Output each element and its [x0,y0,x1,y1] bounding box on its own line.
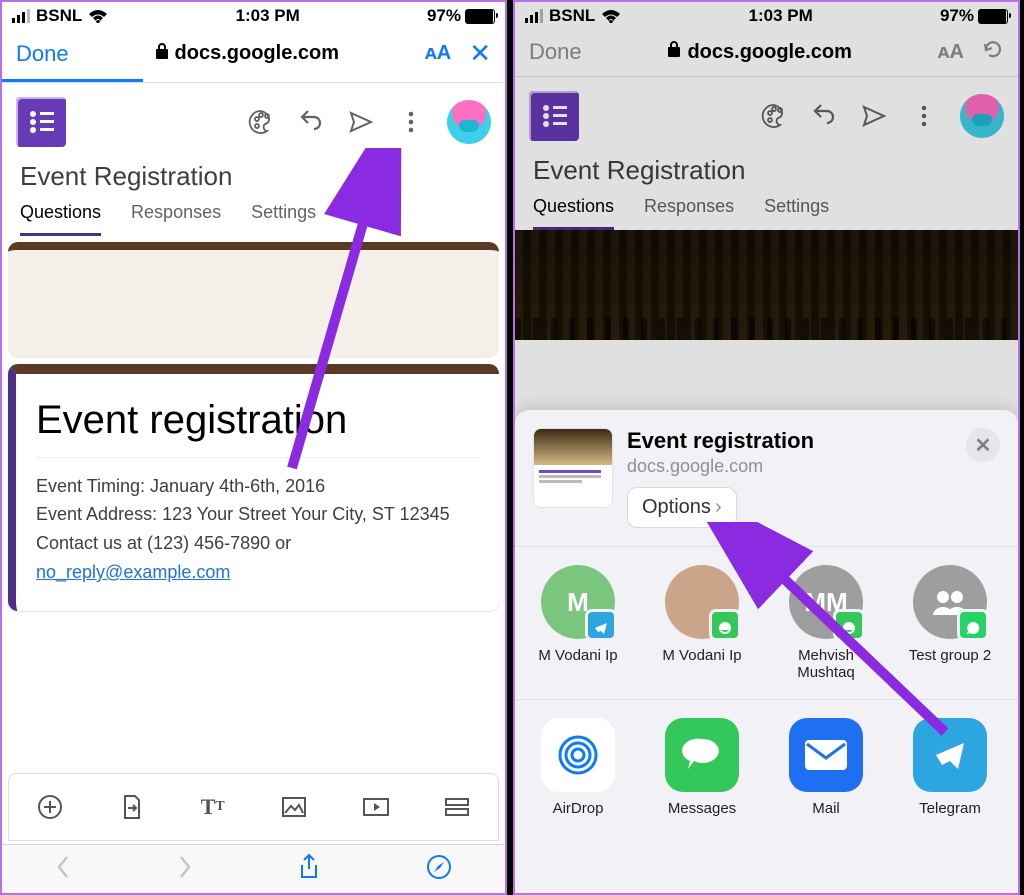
safari-compass-icon[interactable] [426,854,452,885]
forms-logo-icon[interactable] [16,97,66,147]
share-app-mail[interactable]: Mail [777,718,875,817]
app-label: AirDrop [553,800,604,817]
stop-button[interactable]: ✕ [469,38,491,69]
share-subtitle: docs.google.com [627,456,952,477]
share-icon[interactable] [298,853,320,886]
app-label: Mail [812,800,840,817]
status-bar: BSNL 1:03 PM 97% [2,2,505,28]
lock-icon [155,42,169,66]
options-button[interactable]: Options › [627,487,737,528]
undo-icon[interactable] [297,108,325,136]
telegram-icon [913,718,987,792]
doc-title[interactable]: Event Registration [2,157,505,192]
share-contact[interactable]: M Vodani Ip [653,565,751,681]
contact-name: Mehvish Mushtaq [777,647,875,681]
chevron-right-icon: › [715,496,722,519]
avatar[interactable] [447,100,491,144]
tabs: Questions Responses Settings [2,192,505,236]
tab-responses[interactable]: Responses [131,202,221,236]
battery-icon [465,9,495,24]
back-icon [55,854,71,885]
share-contacts: M M Vodani Ip M Vodani Ip MM Mehvish Mus… [515,547,1018,699]
browser-bar: Done docs.google.com ᴀA ✕ [2,28,505,79]
forward-icon [177,854,193,885]
imessage-badge-icon [833,609,865,641]
contact-avatar [665,565,739,639]
phone-left: BSNL 1:03 PM 97% Done docs.google.com ᴀA… [0,0,507,895]
share-app-airdrop[interactable]: AirDrop [529,718,627,817]
form-header-image[interactable] [8,242,499,358]
contact-name: Test group 2 [909,647,992,664]
url-display[interactable]: docs.google.com [155,42,339,66]
add-question-icon[interactable] [36,793,64,821]
contact-name: M Vodani Ip [662,647,741,664]
more-icon[interactable] [397,108,425,136]
add-image-icon[interactable] [280,793,308,821]
done-button[interactable]: Done [16,41,69,67]
add-video-icon[interactable] [362,793,390,821]
share-contact[interactable]: M M Vodani Ip [529,565,627,681]
close-icon[interactable]: ✕ [966,428,1000,462]
tab-settings[interactable]: Settings [251,202,316,236]
mail-icon [789,718,863,792]
add-title-icon[interactable]: TT [199,793,227,821]
send-icon[interactable] [347,108,375,136]
reader-button[interactable]: ᴀA [425,42,451,65]
share-sheet: Event registration docs.google.com Optio… [515,410,1018,893]
whatsapp-badge-icon [957,609,989,641]
contact-avatar [913,565,987,639]
theme-icon[interactable] [247,108,275,136]
contact-name: M Vodani Ip [538,647,617,664]
share-app-telegram[interactable]: Telegram [901,718,999,817]
wifi-icon [88,9,108,24]
app-label: Telegram [919,800,981,817]
safari-bottom-bar [2,844,505,893]
app-label: Messages [668,800,736,817]
share-apps: AirDrop Messages Mail Telegram [515,700,1018,835]
battery-pct: 97% [427,6,461,26]
share-contact[interactable]: MM Mehvish Mushtaq [777,565,875,681]
tab-questions[interactable]: Questions [20,202,101,236]
form-title-card[interactable]: Event registration Event Timing: January… [8,364,499,611]
form-description: Event Timing: January 4th-6th, 2016 Even… [36,472,479,587]
form-title: Event registration [36,398,479,443]
share-thumbnail [533,428,613,508]
question-toolbar: TT [8,773,499,841]
phone-right: BSNL 1:03 PM 97% Done docs.google.com ᴀA [513,0,1020,895]
share-app-messages[interactable]: Messages [653,718,751,817]
share-title: Event registration [627,428,952,454]
add-section-icon[interactable] [443,793,471,821]
import-icon[interactable] [117,793,145,821]
messages-icon [665,718,739,792]
carrier: BSNL [36,6,82,26]
contact-avatar: M [541,565,615,639]
contact-email[interactable]: no_reply@example.com [36,562,230,582]
telegram-badge-icon [585,609,617,641]
signal-icon [12,9,30,23]
airdrop-icon [541,718,615,792]
imessage-badge-icon [709,609,741,641]
contact-avatar: MM [789,565,863,639]
forms-app-bar [2,83,505,157]
share-contact[interactable]: Test group 2 [901,565,999,681]
clock: 1:03 PM [236,6,300,26]
